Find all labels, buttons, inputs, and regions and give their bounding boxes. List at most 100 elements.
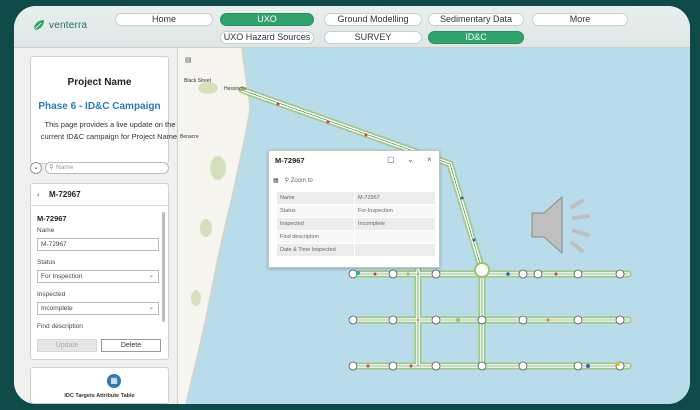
table-icon: ▦ bbox=[107, 374, 121, 388]
search-input[interactable]: ⚲ Name bbox=[45, 162, 169, 174]
popup-value: For Inspection bbox=[358, 208, 393, 214]
popup-title: M-72967 bbox=[275, 156, 305, 165]
zoom-to-label: Zoom to bbox=[290, 178, 313, 184]
collapse-chevron-icon[interactable]: ⌄ bbox=[407, 155, 414, 164]
search-icon: ⚲ bbox=[49, 164, 54, 171]
popup-value: Incomplete bbox=[358, 221, 385, 227]
turbine-marker bbox=[573, 315, 583, 325]
turbine-marker bbox=[348, 315, 358, 325]
turbine-marker bbox=[615, 315, 625, 325]
status-label: Status bbox=[37, 259, 56, 266]
target-dot bbox=[326, 120, 330, 124]
popup-key: Name bbox=[277, 192, 355, 204]
turbine-marker bbox=[477, 315, 487, 325]
app-frame: venterra Home UXO Ground Modelling Sedim… bbox=[14, 6, 690, 404]
table-row: Status For Inspection bbox=[277, 205, 435, 218]
grid-icon: ▦ bbox=[273, 178, 279, 184]
target-dot bbox=[366, 364, 370, 368]
place-label-benacre: Benacre bbox=[180, 134, 199, 140]
popup-key: Find description bbox=[277, 231, 355, 243]
table-row: Find description bbox=[277, 231, 435, 244]
target-dot bbox=[554, 272, 558, 276]
target-dot bbox=[356, 271, 360, 275]
project-subtitle: Phase 6 - ID&C Campaign bbox=[38, 101, 161, 112]
close-icon[interactable]: × bbox=[427, 155, 432, 164]
junction-node bbox=[474, 262, 490, 278]
nav-uxo-hazard-sources[interactable]: UXO Hazard Sources bbox=[220, 31, 314, 44]
attribute-table-card[interactable]: ▦ IDC Targets Attribute Table bbox=[30, 367, 169, 404]
turbine-marker bbox=[388, 269, 398, 279]
update-button[interactable]: Update bbox=[37, 339, 97, 352]
target-dot bbox=[276, 102, 280, 106]
popup-key: Date & Time Inspected bbox=[277, 244, 355, 256]
turbine-marker bbox=[348, 269, 358, 279]
nav-idc[interactable]: ID&C bbox=[428, 31, 524, 44]
target-dot bbox=[472, 238, 476, 242]
nav-home[interactable]: Home bbox=[115, 13, 213, 26]
map-layers-icon[interactable]: ▤ bbox=[185, 56, 195, 66]
target-dot bbox=[546, 318, 550, 322]
turbine-marker bbox=[388, 361, 398, 371]
find-description-label: Find description bbox=[37, 323, 83, 330]
target-dot bbox=[406, 272, 410, 276]
feature-popup: M-72967 ▢ ⌄ × ▦ ⚲ Zoom to Name M-72967 Sta… bbox=[268, 150, 440, 268]
project-title: Project Name bbox=[67, 77, 132, 88]
turbine-marker bbox=[431, 269, 441, 279]
turbine-marker bbox=[573, 361, 583, 371]
logo-leaf-icon bbox=[33, 20, 44, 31]
panel-scrollbar[interactable] bbox=[162, 212, 165, 322]
table-row: Inspected Incomplete bbox=[277, 218, 435, 231]
target-dot bbox=[586, 364, 590, 368]
project-description: This page provides a live update on the … bbox=[40, 120, 180, 141]
map-view[interactable]: ▤ Black Street Hessingla Benacre M-72967… bbox=[178, 48, 690, 404]
speaker-icon[interactable] bbox=[530, 185, 610, 265]
turbine-marker bbox=[518, 269, 528, 279]
delete-button[interactable]: Delete bbox=[101, 339, 161, 352]
nav-ground-modelling[interactable]: Ground Modelling bbox=[324, 13, 422, 26]
popup-value bbox=[355, 231, 435, 243]
status-select-value: For Inspection bbox=[41, 273, 83, 280]
status-select[interactable]: For Inspection ⌄ bbox=[37, 270, 159, 283]
nav-more[interactable]: More bbox=[532, 13, 628, 26]
target-dot bbox=[506, 272, 510, 276]
table-row: Name M-72967 bbox=[277, 192, 435, 205]
back-chevron-icon[interactable]: ‹ bbox=[37, 184, 40, 206]
popup-value: M-72967 bbox=[358, 195, 380, 201]
zoom-to-action[interactable]: ▦ ⚲ Zoom to bbox=[273, 177, 313, 184]
attribute-table-label: IDC Targets Attribute Table bbox=[64, 393, 135, 399]
target-dot bbox=[364, 133, 368, 137]
left-panel: Project Name Phase 6 - ID&C Campaign Thi… bbox=[14, 48, 179, 404]
chevron-down-icon: ⌄ bbox=[148, 305, 154, 311]
popup-attribute-table: Name M-72967 Status For Inspection Inspect… bbox=[277, 192, 435, 257]
table-row: Date & Time Inspected bbox=[277, 244, 435, 257]
collapse-chevron-icon[interactable]: ⌄ bbox=[30, 162, 42, 174]
search-row: ⌄ ⚲ Name bbox=[30, 162, 169, 174]
name-field[interactable]: M-72967 bbox=[37, 238, 159, 251]
feature-header-title: M-72967 bbox=[49, 190, 81, 199]
inspected-select-value: Incomplete bbox=[41, 305, 73, 312]
target-dot bbox=[616, 362, 620, 366]
inspected-select[interactable]: Incomplete ⌄ bbox=[37, 302, 159, 315]
place-label-black-street: Black Street bbox=[184, 78, 211, 84]
popup-value bbox=[355, 244, 435, 256]
popup-key: Inspected bbox=[277, 218, 355, 230]
turbine-marker bbox=[518, 315, 528, 325]
popup-key: Status bbox=[277, 205, 355, 217]
target-dot bbox=[373, 272, 377, 276]
target-dot bbox=[456, 318, 460, 322]
turbine-marker bbox=[477, 361, 487, 371]
nav-uxo[interactable]: UXO bbox=[220, 13, 314, 26]
name-field-value: M-72967 bbox=[41, 241, 67, 248]
target-dot bbox=[460, 196, 464, 200]
place-label-hessingla: Hessingla bbox=[224, 86, 246, 92]
nav-survey[interactable]: SURVEY bbox=[324, 31, 422, 44]
turbine-marker bbox=[615, 269, 625, 279]
turbine-marker bbox=[348, 361, 358, 371]
dock-icon[interactable]: ▢ bbox=[387, 155, 395, 164]
nav-sedimentary-data[interactable]: Sedimentary Data bbox=[428, 13, 524, 26]
feature-editor-card: ‹ M-72967 M-72967 Name M-72967 Status Fo… bbox=[30, 183, 169, 360]
feature-name-heading: M-72967 bbox=[37, 214, 67, 223]
brand-logo[interactable]: venterra bbox=[32, 18, 87, 32]
turbine-marker bbox=[431, 315, 441, 325]
turbine-marker bbox=[518, 361, 528, 371]
